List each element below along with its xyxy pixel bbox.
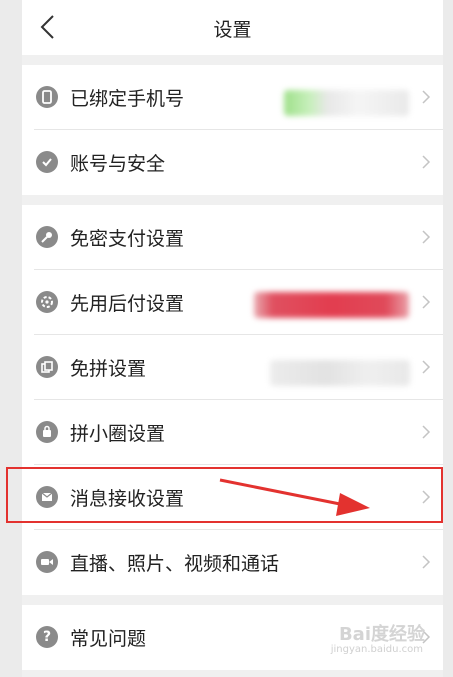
annotation-arrow-icon xyxy=(219,478,370,516)
